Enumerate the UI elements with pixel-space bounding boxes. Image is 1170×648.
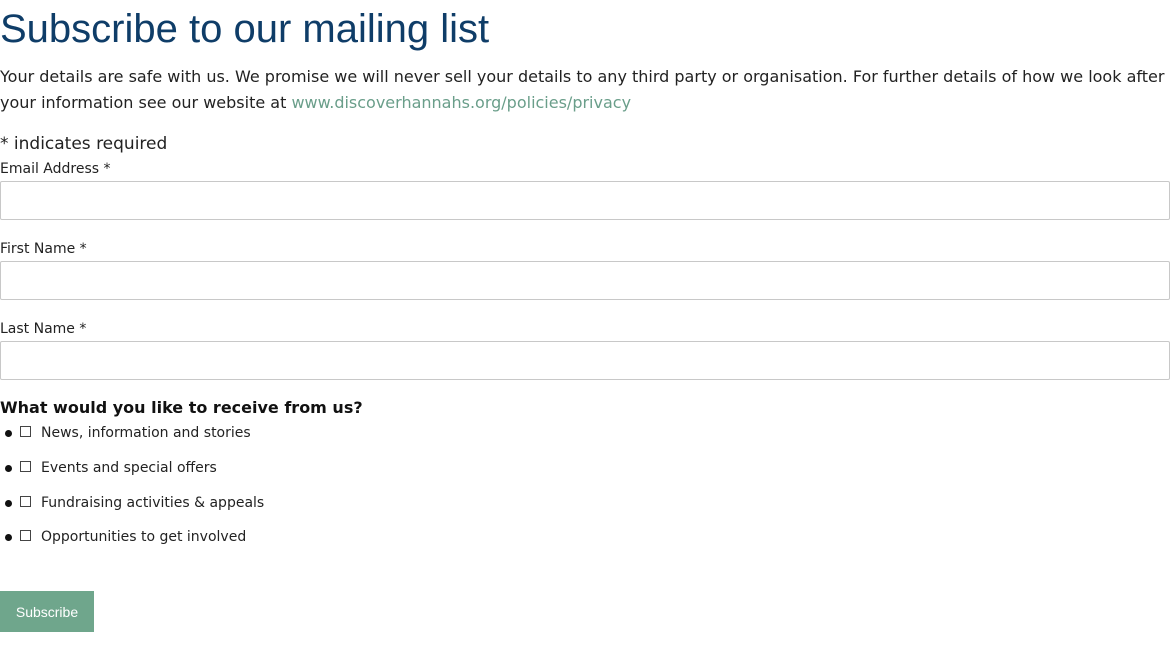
interests-heading: What would you like to receive from us? [0, 398, 363, 417]
list-bullet-icon [5, 430, 12, 437]
last-name-label: Last Name * [0, 321, 87, 337]
subscribe-button[interactable]: Subscribe [0, 591, 94, 632]
privacy-policy-link[interactable]: www.discoverhannahs.org/policies/privacy [291, 93, 631, 112]
page-title: Subscribe to our mailing list [0, 7, 490, 51]
required-indicator-note: * indicates required [0, 134, 168, 154]
first-name-input[interactable] [0, 261, 1170, 300]
list-bullet-icon [5, 465, 12, 472]
last-name-input[interactable] [0, 341, 1170, 380]
interest-fundraising-label[interactable]: Fundraising activities & appeals [41, 493, 264, 513]
email-address-input[interactable] [0, 181, 1170, 220]
interest-news-checkbox[interactable] [20, 426, 31, 437]
interest-opportunities-label[interactable]: Opportunities to get involved [41, 527, 246, 547]
interest-opportunities-checkbox[interactable] [20, 530, 31, 541]
interest-events-label[interactable]: Events and special offers [41, 458, 217, 478]
interest-fundraising-checkbox[interactable] [20, 496, 31, 507]
privacy-notice: Your details are safe with us. We promis… [0, 64, 1170, 116]
list-bullet-icon [5, 500, 12, 507]
first-name-label: First Name * [0, 241, 87, 257]
email-address-label: Email Address * [0, 161, 111, 177]
interest-news-label[interactable]: News, information and stories [41, 423, 251, 443]
interest-events-checkbox[interactable] [20, 461, 31, 472]
list-bullet-icon [5, 534, 12, 541]
